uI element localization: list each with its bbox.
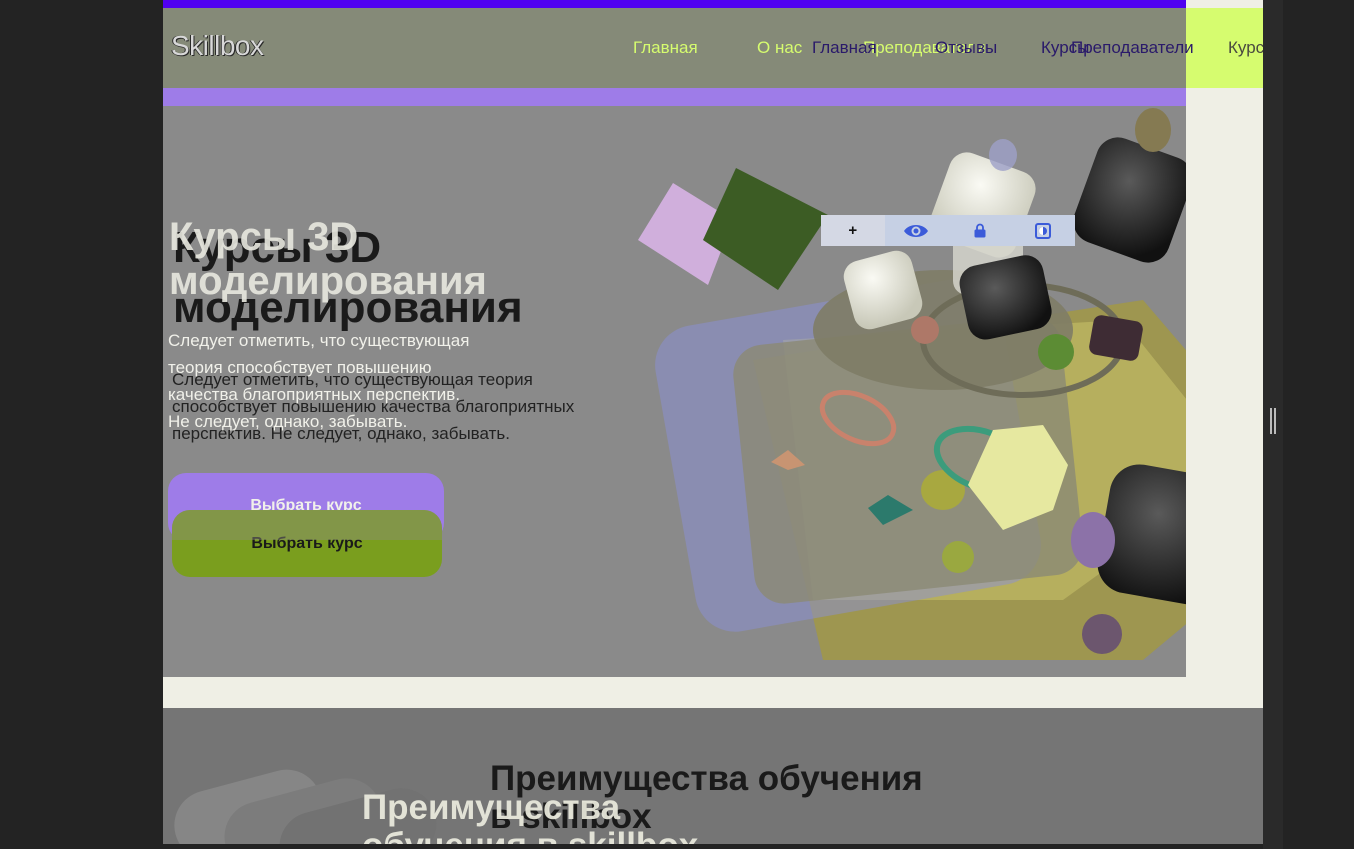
underlay-nav-teachers[interactable]: Преподаватели (1071, 38, 1194, 58)
contrast-button[interactable] (1011, 215, 1075, 246)
resize-handle[interactable] (1270, 408, 1276, 434)
overlay-benefits-title-line2: обучения в skillbox (362, 827, 698, 845)
eye-icon (903, 223, 929, 239)
overlay-hero-paragraph-line: Не следует, однако, забывать. (168, 412, 408, 431)
overlay-hero-title: Курсы 3D моделирования (169, 215, 487, 303)
plus-icon: + (848, 222, 858, 239)
overlay-hero-title-line1: Курсы 3D (169, 215, 359, 259)
overlay-hero-paragraph: Следует отметить, что существующая теори… (168, 327, 469, 435)
overlay-benefits-title: Преимущества обучения в skillbox (362, 788, 698, 845)
overlay-hero-paragraph-line: качества благоприятных перспектив. (168, 385, 461, 404)
nav-item-about[interactable]: О нас (757, 38, 802, 58)
add-button[interactable]: + (821, 215, 885, 246)
underlay-nav-reviews[interactable]: Отзывы (935, 38, 997, 58)
page-canvas: Skillbox Главная О нас Преподаватели Гла… (163, 0, 1263, 844)
nav-item-home[interactable]: Главная (633, 38, 698, 58)
overlay-right-edge (1186, 88, 1263, 708)
underlay-nav-home[interactable]: Главная (812, 38, 877, 58)
overlay-hero-paragraph-line: Следует отметить, что существующая (168, 331, 470, 350)
logo[interactable]: Skillbox (171, 30, 264, 62)
overlay-benefits-title-line1: Преимущества (362, 788, 621, 827)
overlay-toolbar: + (821, 215, 1075, 246)
lock-button[interactable] (948, 215, 1012, 246)
underlay-nav-courses-2[interactable]: Курсы (1228, 38, 1263, 58)
lock-icon (974, 223, 986, 238)
overlay-hero-paragraph-line: теория способствует повышению (168, 358, 432, 377)
button-overlap (172, 510, 442, 540)
contrast-icon (1035, 222, 1052, 239)
toggle-visibility-button[interactable] (884, 215, 948, 246)
overlay-hero-title-line2: моделирования (169, 259, 487, 303)
